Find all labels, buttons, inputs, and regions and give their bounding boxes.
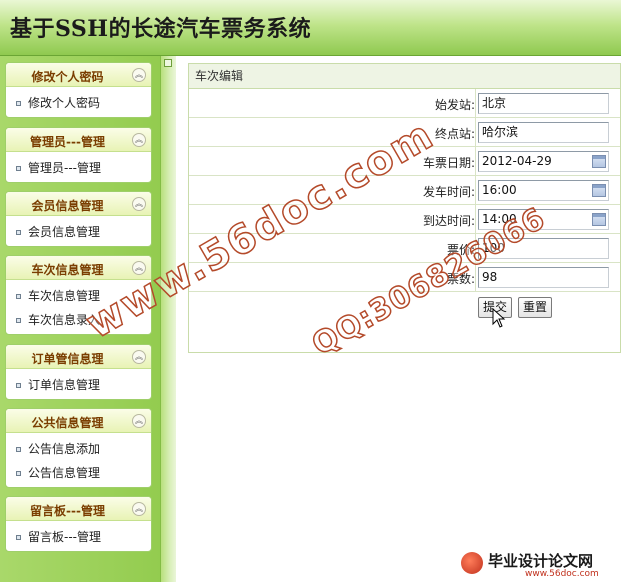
collapse-icon[interactable]: ︽ xyxy=(132,502,146,516)
sidebar-panel-header[interactable]: 修改个人密码 ︽ xyxy=(6,63,151,87)
footer-logo: 毕业设计论文网 www.56doc.com xyxy=(455,548,620,582)
sidebar-toggle-strip[interactable] xyxy=(160,56,176,582)
bullet-icon xyxy=(16,101,21,106)
sidebar-item[interactable]: 公告信息添加 xyxy=(6,437,151,461)
bullet-icon xyxy=(16,471,21,476)
sidebar-panel-header[interactable]: 管理员---管理 ︽ xyxy=(6,128,151,152)
sidebar-item-label: 公告信息添加 xyxy=(28,442,101,456)
bullet-icon xyxy=(16,383,21,388)
calendar-icon[interactable] xyxy=(592,155,606,168)
app-header: 基于SSH的长途汽车票务系统 xyxy=(0,0,621,56)
sidebar-panel: 管理员---管理 ︽ 管理员---管理 xyxy=(5,127,152,183)
sidebar-item-label: 会员信息管理 xyxy=(28,225,101,239)
sidebar-panel-title: 管理员---管理 xyxy=(30,135,105,149)
sidebar-panel-title: 车次信息管理 xyxy=(31,263,104,277)
sidebar-panel: 修改个人密码 ︽ 修改个人密码 xyxy=(5,62,152,118)
form-input[interactable]: 16:00 xyxy=(478,180,609,201)
sidebar-item-label: 管理员---管理 xyxy=(28,161,101,175)
sidebar-panel-header[interactable]: 留言板---管理 ︽ xyxy=(6,497,151,521)
form-input[interactable]: 北京 xyxy=(478,93,609,114)
sidebar-panel-title: 会员信息管理 xyxy=(31,199,104,213)
form-row: 始发站: 北京 xyxy=(189,89,620,118)
sidebar-panel-header[interactable]: 车次信息管理 ︽ xyxy=(6,256,151,280)
mouse-cursor-icon xyxy=(492,308,506,328)
sidebar-panel: 留言板---管理 ︽ 留言板---管理 xyxy=(5,496,152,552)
sidebar-panel-header[interactable]: 会员信息管理 ︽ xyxy=(6,192,151,216)
sidebar-item-label: 订单信息管理 xyxy=(28,378,101,392)
form-input-value: 2012-04-29 xyxy=(482,154,552,168)
calendar-icon[interactable] xyxy=(592,213,606,226)
column-divider xyxy=(475,176,476,204)
column-divider xyxy=(475,89,476,117)
form-input[interactable]: 2012-04-29 xyxy=(478,151,609,172)
sidebar-toggle-icon[interactable] xyxy=(164,59,172,67)
bullet-icon xyxy=(16,447,21,452)
calendar-icon[interactable] xyxy=(592,184,606,197)
form-caption: 车次编辑 xyxy=(189,64,620,89)
sidebar-item-label: 公告信息管理 xyxy=(28,466,101,480)
form-input-value: 北京 xyxy=(482,96,507,110)
form-input-value: 哈尔滨 xyxy=(482,125,519,139)
bullet-icon xyxy=(16,294,21,299)
sidebar-panel-title: 修改个人密码 xyxy=(31,70,104,84)
reset-button[interactable]: 重置 xyxy=(518,297,553,318)
form-input[interactable]: 98 xyxy=(478,267,609,288)
footer-logo-text: 毕业设计论文网 xyxy=(488,552,594,570)
column-divider xyxy=(475,118,476,146)
sidebar-panel: 会员信息管理 ︽ 会员信息管理 xyxy=(5,191,152,247)
collapse-icon[interactable]: ︽ xyxy=(132,414,146,428)
sidebar-panel-title: 留言板---管理 xyxy=(30,504,105,518)
sidebar-item[interactable]: 管理员---管理 xyxy=(6,156,151,180)
sidebar-item[interactable]: 公告信息管理 xyxy=(6,461,151,485)
bullet-icon xyxy=(16,230,21,235)
collapse-icon[interactable]: ︽ xyxy=(132,133,146,147)
sidebar-panel: 订单管信息理 ︽ 订单信息管理 xyxy=(5,344,152,400)
collapse-icon[interactable]: ︽ xyxy=(132,68,146,82)
footer-logo-url: www.56doc.com xyxy=(525,569,599,579)
form-input-value: 98 xyxy=(482,270,498,284)
form-input-value: 16:00 xyxy=(482,183,517,197)
sidebar-item[interactable]: 修改个人密码 xyxy=(6,91,151,115)
sidebar-item[interactable]: 会员信息管理 xyxy=(6,220,151,244)
sidebar-panel-header[interactable]: 订单管信息理 ︽ xyxy=(6,345,151,369)
collapse-icon[interactable]: ︽ xyxy=(132,197,146,211)
form-row: 发车时间: 16:00 xyxy=(189,176,620,205)
logo-emblem-icon xyxy=(461,552,483,574)
sidebar-item[interactable]: 留言板---管理 xyxy=(6,525,151,549)
column-divider xyxy=(475,147,476,175)
app-title: 基于SSH的长途汽车票务系统 xyxy=(10,16,312,42)
sidebar-panel-title: 订单管信息理 xyxy=(31,352,104,366)
sidebar-panel-header[interactable]: 公共信息管理 ︽ xyxy=(6,409,151,433)
sidebar-panel-title: 公共信息管理 xyxy=(31,416,104,430)
field-label: 始发站: xyxy=(434,98,475,112)
sidebar-item[interactable]: 订单信息管理 xyxy=(6,373,151,397)
collapse-icon[interactable]: ︽ xyxy=(132,350,146,364)
sidebar-item-label: 修改个人密码 xyxy=(28,96,101,110)
bullet-icon xyxy=(16,535,21,540)
bullet-icon xyxy=(16,318,21,323)
sidebar-item-label: 留言板---管理 xyxy=(28,530,101,544)
column-divider xyxy=(475,205,476,233)
bullet-icon xyxy=(16,166,21,171)
form-input[interactable]: 哈尔滨 xyxy=(478,122,609,143)
sidebar-panel: 公共信息管理 ︽ 公告信息添加 公告信息管理 xyxy=(5,408,152,488)
